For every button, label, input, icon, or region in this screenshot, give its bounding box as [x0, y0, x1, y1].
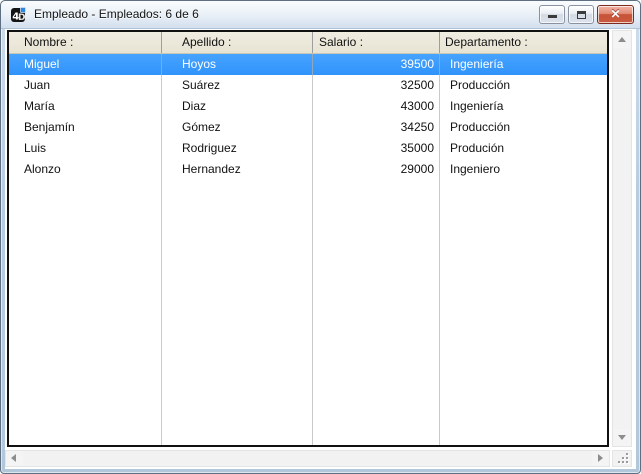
scrollbar-corner — [612, 450, 632, 467]
cell-salario: 35000 — [313, 138, 440, 159]
cell-nombre: Miguel — [9, 54, 162, 75]
cell-apellido: Hoyos — [162, 54, 313, 75]
cell-departamento: Ingeniería — [440, 96, 607, 117]
cell-departamento: Ingeniero — [440, 159, 607, 180]
minimize-icon — [548, 15, 557, 18]
close-icon: ✕ — [610, 7, 620, 21]
scroll-down-icon — [618, 435, 626, 440]
title-bar[interactable]: 4 D Empleado - Empleados: 6 de 6 ✕ — [1, 1, 640, 29]
cell-salario: 32500 — [313, 75, 440, 96]
table-row[interactable]: María Diaz 43000 Ingeniería — [9, 96, 607, 117]
cell-nombre: Benjamín — [9, 117, 162, 138]
scroll-right-button[interactable] — [592, 451, 609, 466]
minimize-button[interactable] — [539, 5, 565, 24]
cell-departamento: Producción — [440, 117, 607, 138]
table-row[interactable]: Benjamín Gómez 34250 Producción — [9, 117, 607, 138]
cell-departamento: Produción — [440, 138, 607, 159]
table-row[interactable]: Luis Rodriguez 35000 Produción — [9, 138, 607, 159]
4d-logo-icon: 4 D — [11, 7, 27, 23]
cell-salario: 34250 — [313, 117, 440, 138]
cell-apellido: Hernandez — [162, 159, 313, 180]
scroll-right-icon — [598, 454, 603, 462]
cell-departamento: Ingeniería — [440, 54, 607, 75]
window-title: Empleado - Empleados: 6 de 6 — [34, 1, 199, 28]
table-row[interactable]: Miguel Hoyos 39500 Ingeniería — [9, 54, 607, 75]
cell-apellido: Diaz — [162, 96, 313, 117]
table-row[interactable]: Alonzo Hernandez 29000 Ingeniero — [9, 159, 607, 180]
scroll-up-button[interactable] — [613, 31, 631, 48]
column-header-nombre[interactable]: Nombre : — [9, 32, 162, 53]
employee-listbox: Nombre : Apellido : Salario : Departamen… — [7, 30, 609, 447]
scroll-left-button[interactable] — [6, 451, 23, 466]
listbox-header: Nombre : Apellido : Salario : Departamen… — [9, 32, 607, 54]
cell-nombre: Alonzo — [9, 159, 162, 180]
listbox-empty-area — [9, 180, 607, 445]
cell-nombre: María — [9, 96, 162, 117]
vertical-scrollbar[interactable] — [612, 30, 632, 447]
cell-nombre: Juan — [9, 75, 162, 96]
cell-salario: 39500 — [313, 54, 440, 75]
cell-apellido: Gómez — [162, 117, 313, 138]
resize-grip-icon[interactable] — [617, 452, 629, 464]
cell-apellido: Rodriguez — [162, 138, 313, 159]
maximize-button[interactable] — [568, 5, 594, 24]
scroll-left-icon — [11, 454, 16, 462]
app-window: 4 D Empleado - Empleados: 6 de 6 ✕ Nombr… — [0, 0, 641, 474]
scroll-down-button[interactable] — [613, 429, 631, 446]
table-row[interactable]: Juan Suárez 32500 Producción — [9, 75, 607, 96]
column-header-salario[interactable]: Salario : — [313, 32, 440, 53]
cell-salario: 29000 — [313, 159, 440, 180]
horizontal-scrollbar[interactable] — [5, 450, 610, 467]
cell-departamento: Producción — [440, 75, 607, 96]
window-controls: ✕ — [539, 5, 634, 24]
column-header-apellido[interactable]: Apellido : — [162, 32, 313, 53]
listbox-rows: Miguel Hoyos 39500 Ingeniería Juan Suáre… — [9, 54, 607, 445]
cell-salario: 43000 — [313, 96, 440, 117]
cell-nombre: Luis — [9, 138, 162, 159]
column-header-departamento[interactable]: Departamento : — [440, 32, 607, 53]
svg-text:D: D — [18, 13, 25, 23]
scroll-up-icon — [618, 37, 626, 42]
maximize-icon — [577, 11, 586, 19]
close-button[interactable]: ✕ — [597, 5, 634, 24]
window-content: Nombre : Apellido : Salario : Departamen… — [5, 29, 636, 469]
cell-apellido: Suárez — [162, 75, 313, 96]
